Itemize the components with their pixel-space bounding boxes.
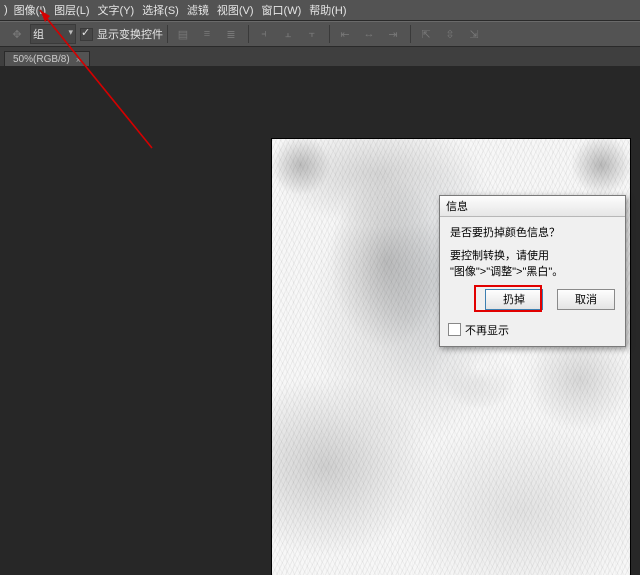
dialog-message-2b: "图像">"调整">"黑白"。 [450,264,615,281]
move-tool-icon[interactable]: ✥ [6,24,28,44]
document-tab-label: 50%(RGB/8) [13,54,70,65]
distribute-icon-5[interactable]: ⇳ [439,24,461,44]
align-icon-3[interactable]: ≣ [220,24,242,44]
menu-layer[interactable]: 图层(L) [50,2,93,18]
separator [248,25,249,43]
distribute-icon-3[interactable]: ⇥ [382,24,404,44]
show-transform-checkbox[interactable] [80,28,93,41]
dont-show-checkbox[interactable] [448,323,461,336]
dialog-body: 是否要扔掉颜色信息？ 要控制转换，请使用 "图像">"调整">"黑白"。 [440,217,625,285]
separator [410,25,411,43]
dialog-message-2a: 要控制转换，请使用 [450,248,615,265]
distribute-icon-1[interactable]: ⇤ [334,24,356,44]
dialog-footer: 不再显示 [440,318,625,346]
dialog-title-bar[interactable]: 信息 [440,196,625,217]
chevron-down-icon: ▾ [68,27,73,38]
menu-help[interactable]: 帮助(H) [305,2,350,18]
document-tab-bar: 50%(RGB/8) × [0,47,640,68]
dont-show-label: 不再显示 [465,322,509,338]
annotation-highlight [474,285,542,312]
auto-select-value: 组 [33,26,44,42]
menu-prefix: ) [4,4,8,16]
menu-view[interactable]: 视图(V) [213,2,258,18]
dialog-message-1: 是否要扔掉颜色信息？ [450,225,615,242]
menu-type[interactable]: 文字(Y) [94,2,139,18]
align-icon-5[interactable]: ⫠ [277,24,299,44]
cancel-button[interactable]: 取消 [557,289,615,310]
info-dialog: 信息 是否要扔掉颜色信息？ 要控制转换，请使用 "图像">"调整">"黑白"。 … [439,195,626,347]
menu-image[interactable]: 图像(I) [10,2,50,18]
separator [329,25,330,43]
align-icon-4[interactable]: ⫞ [253,24,275,44]
dialog-buttons: 扔掉 取消 [440,285,625,318]
options-bar: ✥ 组 ▾ 显示变换控件 ▤ ≡ ≣ ⫞ ⫠ ⫟ ⇤ ↔ ⇥ ⇱ ⇳ ⇲ [0,21,640,47]
dialog-title: 信息 [446,198,468,214]
document-tab[interactable]: 50%(RGB/8) × [4,51,90,67]
menu-window[interactable]: 窗口(W) [258,2,306,18]
distribute-icon-2[interactable]: ↔ [358,24,380,44]
align-icon-6[interactable]: ⫟ [301,24,323,44]
menu-bar: ) 图像(I) 图层(L) 文字(Y) 选择(S) 滤镜 视图(V) 窗口(W)… [0,0,640,21]
align-icon-2[interactable]: ≡ [196,24,218,44]
distribute-icon-6[interactable]: ⇲ [463,24,485,44]
auto-select-dropdown[interactable]: 组 ▾ [30,24,76,44]
menu-filter[interactable]: 滤镜 [183,2,213,18]
menu-select[interactable]: 选择(S) [138,2,183,18]
separator [167,25,168,43]
close-tab-icon[interactable]: × [76,55,81,65]
align-icon-1[interactable]: ▤ [172,24,194,44]
distribute-icon-4[interactable]: ⇱ [415,24,437,44]
show-transform-label: 显示变换控件 [97,26,163,42]
